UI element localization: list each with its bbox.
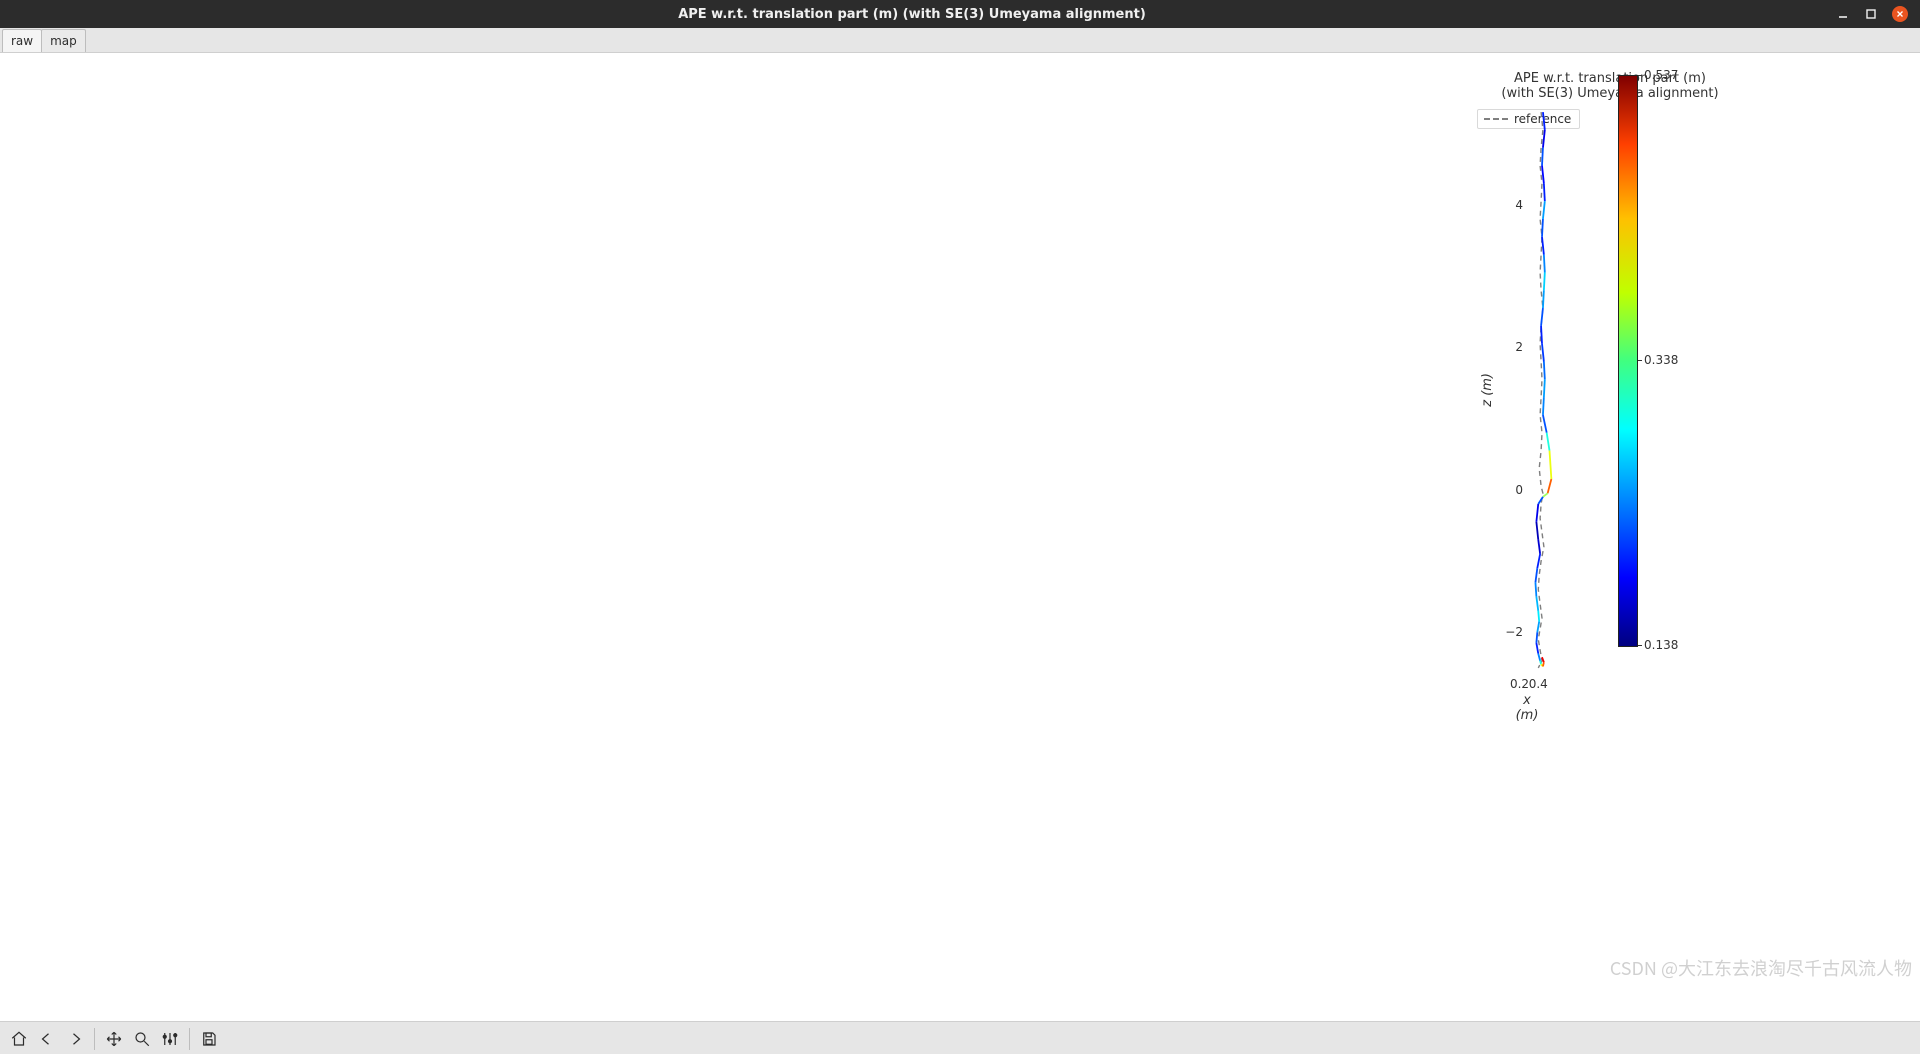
maximize-button[interactable]	[1864, 7, 1878, 21]
x-tick-label: 0.4	[1529, 677, 1548, 691]
window-titlebar: APE w.r.t. translation part (m) (with SE…	[0, 0, 1920, 28]
pan-icon	[105, 1030, 123, 1048]
close-icon	[1895, 9, 1905, 19]
configure-button[interactable]	[157, 1026, 183, 1052]
y-axis-ticks: −2 0 2 4	[1499, 105, 1527, 675]
legend-line-icon	[1484, 118, 1508, 120]
home-button[interactable]	[6, 1026, 32, 1052]
y-tick-label: −2	[1505, 625, 1523, 639]
window-title: APE w.r.t. translation part (m) (with SE…	[0, 7, 1824, 22]
toolbar-separator	[189, 1028, 190, 1050]
pan-button[interactable]	[101, 1026, 127, 1052]
x-axis-ticks: 0.20.4	[1512, 677, 1542, 693]
colorbar-gradient	[1618, 75, 1638, 647]
home-icon	[10, 1030, 28, 1048]
tab-map[interactable]: map	[41, 29, 86, 52]
plot-title: APE w.r.t. translation part (m) (with SE…	[1480, 71, 1740, 101]
plot-wrap: APE w.r.t. translation part (m) (with SE…	[1480, 71, 1740, 723]
y-tick-label: 4	[1515, 198, 1523, 212]
minimize-button[interactable]	[1836, 7, 1850, 21]
tab-bar: raw map	[0, 28, 1920, 53]
matplotlib-toolbar	[0, 1021, 1920, 1054]
x-axis-label: x (m)	[1512, 693, 1542, 723]
back-button[interactable]	[34, 1026, 60, 1052]
tab-raw[interactable]: raw	[2, 29, 42, 52]
colorbar-tick-label: 0.537	[1644, 68, 1678, 82]
save-icon	[200, 1030, 218, 1048]
colorbar-tick-label: 0.138	[1644, 638, 1678, 652]
sliders-icon	[161, 1030, 179, 1048]
save-button[interactable]	[196, 1026, 222, 1052]
colorbar-ticks: 0.1380.3380.537	[1638, 75, 1698, 645]
x-tick-label: 0.2	[1510, 677, 1529, 691]
zoom-button[interactable]	[129, 1026, 155, 1052]
toolbar-separator	[94, 1028, 95, 1050]
axes-row: z (m) −2 0 2 4 reference	[1480, 105, 1740, 675]
y-tick-label: 2	[1515, 340, 1523, 354]
figure-canvas[interactable]: APE w.r.t. translation part (m) (with SE…	[0, 53, 1920, 1021]
trajectory-plot	[1527, 105, 1557, 675]
colorbar: 0.1380.3380.537	[1618, 75, 1698, 647]
y-axis-label: z (m)	[1480, 373, 1495, 407]
y-tick-label: 0	[1515, 483, 1523, 497]
maximize-icon	[1865, 8, 1877, 20]
watermark-text: CSDN @大江东去浪淘尽千古风流人物	[1610, 955, 1912, 981]
back-icon	[38, 1030, 56, 1048]
plot-axes: reference	[1527, 105, 1557, 675]
window-controls	[1824, 6, 1920, 22]
forward-icon	[66, 1030, 84, 1048]
colorbar-tick-label: 0.338	[1644, 353, 1678, 367]
minimize-icon	[1837, 8, 1849, 20]
forward-button[interactable]	[62, 1026, 88, 1052]
close-button[interactable]	[1892, 6, 1908, 22]
zoom-icon	[133, 1030, 151, 1048]
